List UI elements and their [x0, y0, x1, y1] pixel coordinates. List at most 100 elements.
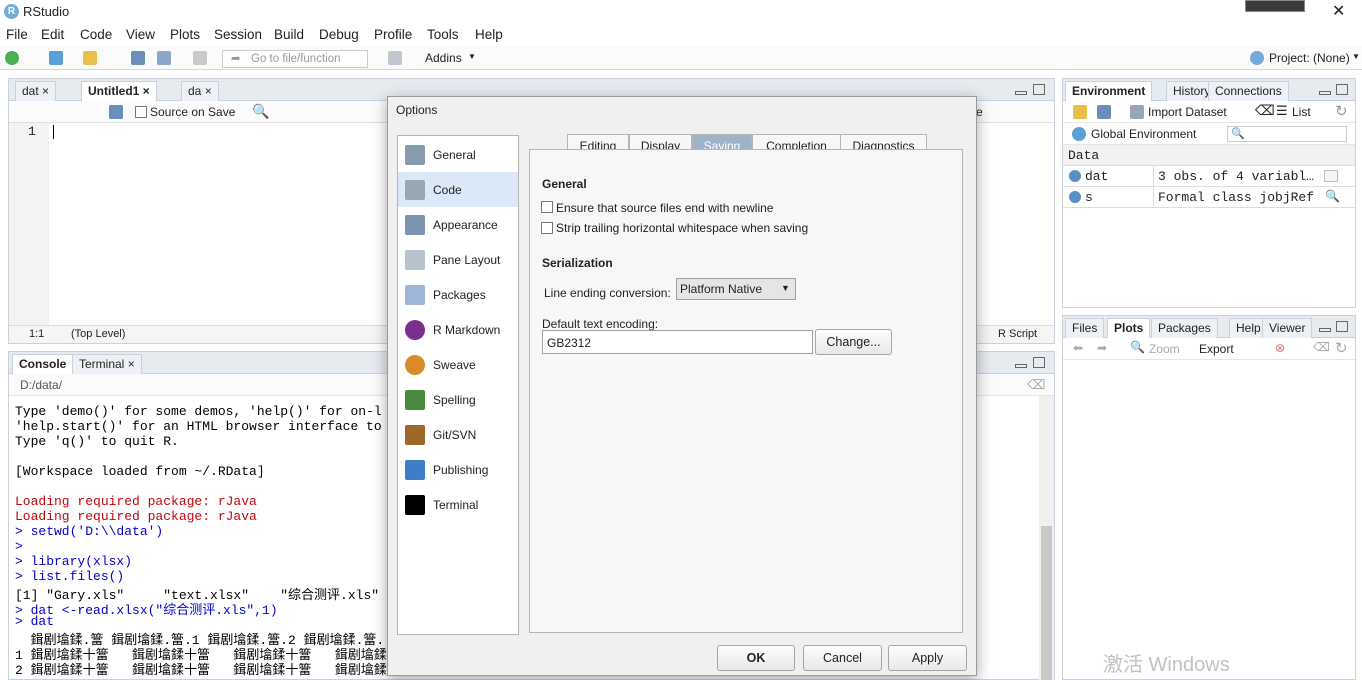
sidebar-item-packages[interactable]: Packages — [398, 277, 518, 312]
view-table-icon[interactable] — [1324, 170, 1338, 182]
env-row-dat[interactable]: dat 3 obs. of 4 variabl… — [1063, 166, 1355, 187]
console-maximize-icon[interactable] — [1033, 357, 1045, 368]
expand-icon[interactable] — [1069, 170, 1081, 182]
ensure-newline-checkbox[interactable] — [541, 201, 553, 213]
menu-build[interactable]: Build — [274, 27, 304, 42]
import-dataset-menu[interactable]: Import Dataset — [1148, 105, 1227, 119]
terminal-icon — [405, 495, 425, 515]
forward-arrow-icon[interactable]: ➡ — [1097, 341, 1107, 355]
menu-help[interactable]: Help — [475, 27, 503, 42]
tab-console[interactable]: Console — [12, 354, 74, 374]
sidebar-item-git-svn[interactable]: Git/SVN — [398, 417, 518, 452]
cancel-button[interactable]: Cancel — [803, 645, 882, 671]
tab-untitled1[interactable]: Untitled1 × — [81, 81, 157, 101]
source-on-save-checkbox[interactable] — [135, 106, 147, 118]
goto-file-input[interactable]: ➦ Go to file/function — [222, 50, 368, 68]
save-workspace-icon[interactable] — [1097, 105, 1111, 119]
files-maximize-icon[interactable] — [1336, 321, 1348, 332]
sidebar-item-r-markdown[interactable]: R Markdown — [398, 312, 518, 347]
ok-button[interactable]: OK — [717, 645, 795, 671]
tab-viewer[interactable]: Viewer — [1262, 318, 1313, 338]
pane-layout-icon — [405, 250, 425, 270]
tab-dat[interactable]: dat × — [15, 81, 57, 101]
console-minimize-icon[interactable] — [1015, 364, 1027, 368]
new-file-icon[interactable] — [5, 51, 19, 65]
refresh-icon[interactable]: ↻ — [1335, 102, 1348, 120]
save-all-icon[interactable] — [157, 51, 171, 65]
sweave-icon — [405, 355, 425, 375]
list-view-menu[interactable]: List — [1292, 105, 1311, 119]
env-row-s[interactable]: s Formal class jobjRef 🔍 — [1063, 187, 1355, 208]
back-arrow-icon[interactable]: ⬅ — [1073, 341, 1083, 355]
files-minimize-icon[interactable] — [1319, 328, 1331, 332]
search-icon[interactable]: 🔍 — [252, 103, 269, 120]
menu-code[interactable]: Code — [80, 27, 112, 42]
tab-environment[interactable]: Environment — [1065, 81, 1153, 101]
sidebar-item-terminal[interactable]: Terminal — [398, 487, 518, 522]
change-encoding-button[interactable]: Change... — [815, 329, 892, 355]
clear-plots-icon[interactable]: ⌫ — [1313, 340, 1330, 354]
open-file-icon[interactable] — [83, 51, 97, 65]
source-save-icon[interactable] — [109, 105, 123, 119]
files-pane: Files Plots Packages Help Viewer ⬅ ➡ 🔍 Z… — [1062, 315, 1356, 680]
encoding-field[interactable]: GB2312 — [542, 330, 813, 354]
remove-plot-icon[interactable]: ⊗ — [1275, 341, 1285, 355]
tab-packages[interactable]: Packages — [1151, 318, 1218, 338]
menu-tools[interactable]: Tools — [427, 27, 459, 42]
sidebar-item-spelling[interactable]: Spelling — [398, 382, 518, 417]
save-icon[interactable] — [131, 51, 145, 65]
addins-menu[interactable]: Addins — [425, 51, 462, 65]
print-icon[interactable] — [193, 51, 207, 65]
project-menu[interactable]: Project: (None) — [1269, 51, 1350, 65]
zoom-button[interactable]: Zoom — [1149, 342, 1180, 356]
window-close-button[interactable]: ✕ — [1332, 1, 1345, 21]
console-scroll-thumb[interactable] — [1041, 526, 1052, 680]
tab-da[interactable]: da × — [181, 81, 219, 101]
sidebar-item-pane-layout[interactable]: Pane Layout — [398, 242, 518, 277]
load-workspace-icon[interactable] — [1073, 105, 1087, 119]
env-minimize-icon[interactable] — [1319, 91, 1331, 95]
apply-button[interactable]: Apply — [888, 645, 967, 671]
inspect-search-icon[interactable]: 🔍 — [1325, 189, 1340, 204]
file-type-selector[interactable]: R Script — [998, 328, 1037, 340]
menu-profile[interactable]: Profile — [374, 27, 412, 42]
window-title: RStudio — [23, 4, 70, 19]
sidebar-item-appearance[interactable]: Appearance — [398, 207, 518, 242]
refresh-plots-icon[interactable]: ↻ — [1335, 339, 1348, 357]
new-project-icon[interactable] — [49, 51, 63, 65]
maximize-icon[interactable] — [1033, 84, 1045, 95]
tab-plots[interactable]: Plots — [1107, 318, 1151, 338]
tab-files[interactable]: Files — [1065, 318, 1105, 338]
line-ending-select[interactable]: Platform Native ▼ — [676, 278, 796, 300]
sidebar-item-sweave[interactable]: Sweave — [398, 347, 518, 382]
env-section-label: Data — [1068, 148, 1100, 163]
menu-session[interactable]: Session — [214, 27, 262, 42]
sidebar-item-publishing[interactable]: Publishing — [398, 452, 518, 487]
grid-icon[interactable] — [388, 51, 402, 65]
sidebar-item-general[interactable]: General — [398, 137, 518, 172]
export-menu[interactable]: Export — [1199, 342, 1234, 356]
menu-file[interactable]: File — [6, 27, 28, 42]
env-maximize-icon[interactable] — [1336, 84, 1348, 95]
scope-selector[interactable]: (Top Level) — [71, 328, 125, 340]
minimize-icon[interactable] — [1015, 91, 1027, 95]
taskbar-thumbnail — [1245, 0, 1305, 12]
sidebar-item-code[interactable]: Code — [398, 172, 518, 207]
tab-connections[interactable]: Connections — [1208, 81, 1289, 101]
menu-plots[interactable]: Plots — [170, 27, 200, 42]
env-data-header: Data — [1063, 145, 1355, 166]
sidebar-item-label: R Markdown — [433, 323, 501, 337]
menu-edit[interactable]: Edit — [41, 27, 64, 42]
console-scrollbar[interactable] — [1039, 396, 1054, 680]
expand-icon[interactable] — [1069, 191, 1081, 203]
menu-view[interactable]: View — [126, 27, 155, 42]
global-environment-menu[interactable]: Global Environment — [1091, 127, 1196, 141]
clear-broom-icon[interactable]: ⌫ — [1255, 102, 1275, 119]
sidebar-item-label: Git/SVN — [433, 428, 477, 442]
tab-terminal[interactable]: Terminal × — [72, 354, 142, 374]
env-search-input[interactable]: 🔍 — [1227, 126, 1347, 142]
column-divider — [1153, 166, 1154, 187]
strip-whitespace-checkbox[interactable] — [541, 222, 553, 234]
menu-debug[interactable]: Debug — [319, 27, 359, 42]
broom-icon[interactable]: ⌫ — [1027, 377, 1045, 393]
